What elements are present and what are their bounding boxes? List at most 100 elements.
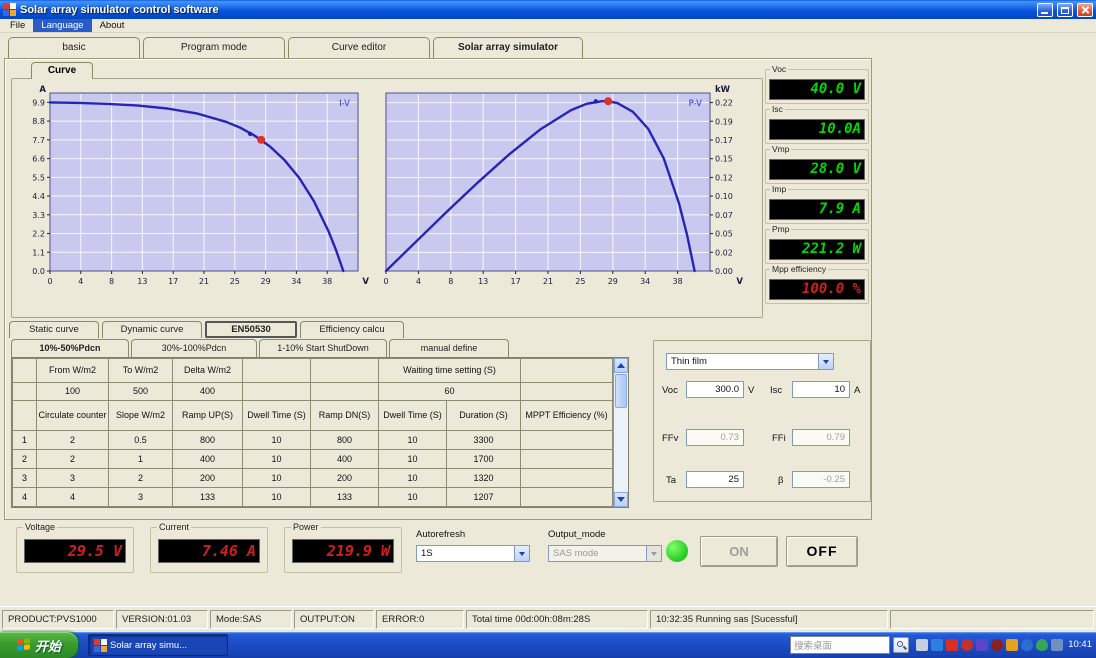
svg-text:29: 29 xyxy=(261,277,271,286)
menu-language[interactable]: Language xyxy=(33,19,92,32)
current-display: 7.46 A xyxy=(158,539,260,563)
svg-text:0.12: 0.12 xyxy=(715,173,733,182)
mpp-efficiency-display: 100.0 % xyxy=(769,279,865,300)
table-column-header-row: Circulate counter Slope W/m2 Ramp UP(S) … xyxy=(12,399,614,431)
desktop-screen: Solar array simulator control software F… xyxy=(0,0,1096,658)
tab-efficiency-calc[interactable]: Efficiency calcu xyxy=(300,321,404,338)
svg-text:7.7: 7.7 xyxy=(32,136,45,145)
tab-dynamic-curve[interactable]: Dynamic curve xyxy=(102,321,202,338)
tab-solar-array-simulator[interactable]: Solar array simulator xyxy=(433,37,583,58)
ffv-field[interactable] xyxy=(686,429,744,446)
subtab-30-100-pdcn[interactable]: 30%-100%Pdcn xyxy=(131,339,257,357)
imp-readout: Imp 7.9 A xyxy=(765,184,869,224)
svg-text:0.22: 0.22 xyxy=(715,99,733,108)
tab-curve[interactable]: Curve xyxy=(31,62,93,79)
chevron-down-icon[interactable] xyxy=(514,546,529,561)
tray-icon[interactable] xyxy=(961,639,973,651)
svg-text:0.00: 0.00 xyxy=(715,267,733,276)
tab-curve-editor[interactable]: Curve editor xyxy=(288,37,430,58)
chevron-down-icon[interactable] xyxy=(818,354,833,369)
close-button[interactable] xyxy=(1077,2,1093,17)
off-button[interactable]: OFF xyxy=(786,536,858,567)
svg-text:9.9: 9.9 xyxy=(32,98,45,107)
svg-text:21: 21 xyxy=(543,277,553,286)
voc-readout: Voc 40.0 V xyxy=(765,64,869,104)
scrollbar-thumb[interactable] xyxy=(615,374,627,408)
ffi-field[interactable] xyxy=(792,429,850,446)
module-type-dropdown[interactable]: Thin film xyxy=(666,353,834,370)
search-icon[interactable] xyxy=(893,637,909,653)
svg-text:kW: kW xyxy=(715,85,731,95)
menu-file[interactable]: File xyxy=(2,19,33,32)
titlebar[interactable]: Solar array simulator control software xyxy=(0,0,1096,19)
tray-icon[interactable] xyxy=(1006,639,1018,651)
table-row: 3 3 2 200 10 200 10 1320 xyxy=(12,467,614,488)
tray-icon[interactable] xyxy=(931,639,943,651)
on-button[interactable]: ON xyxy=(700,536,778,567)
voltage-meter: Voltage 29.5 V xyxy=(16,522,134,573)
status-product: PRODUCT:PVS1000 xyxy=(2,609,114,629)
svg-text:0.02: 0.02 xyxy=(715,248,733,257)
desktop-search-input[interactable] xyxy=(790,636,890,654)
tray-icon[interactable] xyxy=(1051,639,1063,651)
subtab-manual-define[interactable]: manual define xyxy=(389,339,509,357)
curve-panel: 0 4 8 13 17 21 25 29 34 38 9.9 8.8 7.7 6.6 5.5 4.4 3.3 2.… xyxy=(11,78,763,318)
iv-chart: 0 4 8 13 17 21 25 29 34 38 9.9 8.8 7.7 6.6 5.5 4.4 3.3 2.… xyxy=(32,85,369,287)
start-button[interactable]: 开始 xyxy=(0,632,78,658)
status-error: ERROR:0 xyxy=(376,609,464,629)
svg-text:I-V: I-V xyxy=(339,99,350,109)
status-mode: Mode:SAS xyxy=(210,609,292,629)
table-corner xyxy=(12,358,37,383)
svg-text:25: 25 xyxy=(575,277,585,286)
svg-text:8: 8 xyxy=(109,277,114,286)
tab-static-curve[interactable]: Static curve xyxy=(9,321,99,338)
table-row: 2 2 1 400 10 400 10 1700 xyxy=(12,448,614,469)
subtab-10-50-pdcn[interactable]: 10%-50%Pdcn xyxy=(11,339,129,357)
power-display: 219.9 W xyxy=(292,539,394,563)
tab-basic[interactable]: basic xyxy=(8,37,140,58)
maximize-button[interactable] xyxy=(1057,2,1073,17)
menu-about[interactable]: About xyxy=(92,19,133,32)
taskbar-clock[interactable]: 10:41 xyxy=(1068,632,1092,658)
beta-field[interactable] xyxy=(792,471,850,488)
output-mode-dropdown[interactable]: SAS mode xyxy=(548,545,662,562)
scroll-down-button[interactable] xyxy=(614,492,628,507)
isc-field[interactable] xyxy=(792,381,850,398)
status-version: VERSION:01.03 xyxy=(116,609,208,629)
module-settings-panel: Thin film Voc V Isc A FFv FFi Ta β xyxy=(653,340,871,502)
isc-readout: Isc 10.0A xyxy=(765,104,869,144)
power-meter: Power 219.9 W xyxy=(284,522,402,573)
tray-icon[interactable] xyxy=(1036,639,1048,651)
test-tab-strip: Static curve Dynamic curve EN50530 Effic… xyxy=(9,321,404,338)
autorefresh-dropdown[interactable]: 1S xyxy=(416,545,530,562)
svg-text:0.15: 0.15 xyxy=(715,155,733,164)
tray-icon[interactable] xyxy=(916,639,928,651)
subtab-start-shutdown[interactable]: 1-10% Start ShutDown xyxy=(259,339,387,357)
main-tab-strip: basic Program mode Curve editor Solar ar… xyxy=(8,37,583,58)
svg-text:4: 4 xyxy=(78,277,83,286)
svg-text:0.17: 0.17 xyxy=(715,136,733,145)
tray-icon[interactable] xyxy=(976,639,988,651)
chevron-down-icon xyxy=(646,546,661,561)
readout-column: Voc 40.0 V Isc 10.0A Vmp 28.0 V Imp 7.9 A Pm… xyxy=(765,64,869,309)
autorefresh-label: Autorefresh xyxy=(416,529,466,540)
svg-text:21: 21 xyxy=(199,277,209,286)
status-bar: PRODUCT:PVS1000 VERSION:01.03 Mode:SAS O… xyxy=(0,606,1096,632)
tray-icon[interactable] xyxy=(1021,639,1033,651)
taskbar-task-button[interactable]: Solar array simu... xyxy=(88,634,228,656)
scroll-up-button[interactable] xyxy=(614,358,628,373)
vmp-readout: Vmp 28.0 V xyxy=(765,144,869,184)
minimize-icon xyxy=(1041,11,1048,14)
tray-icon[interactable] xyxy=(946,639,958,651)
table-scrollbar[interactable] xyxy=(613,358,628,507)
svg-text:34: 34 xyxy=(640,277,650,286)
tab-program-mode[interactable]: Program mode xyxy=(143,37,285,58)
tab-en50530[interactable]: EN50530 xyxy=(205,321,297,338)
ta-field[interactable] xyxy=(686,471,744,488)
svg-text:17: 17 xyxy=(511,277,521,286)
taskbar: 开始 Solar array simu... 10:41 xyxy=(0,632,1096,658)
voc-field[interactable] xyxy=(686,381,744,398)
tray-icon[interactable] xyxy=(991,639,1003,651)
mpp-efficiency-readout: Mpp efficiency 100.0 % xyxy=(765,264,869,304)
minimize-button[interactable] xyxy=(1037,2,1053,17)
